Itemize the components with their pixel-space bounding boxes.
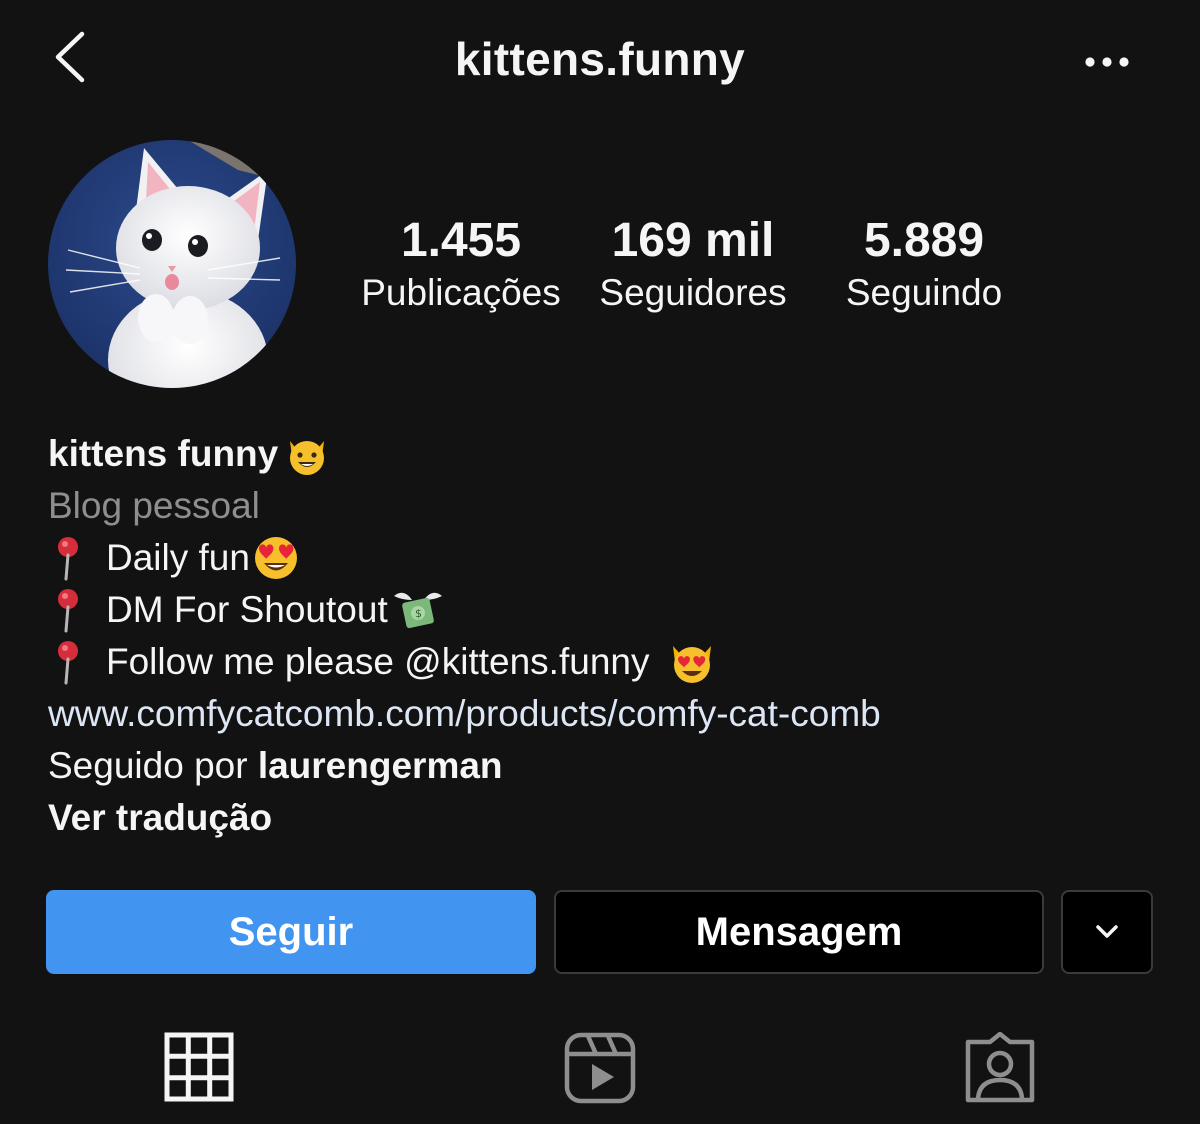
message-button[interactable]: Mensagem — [554, 890, 1044, 974]
pushpin-icon — [58, 537, 78, 581]
grid-icon — [164, 1032, 234, 1102]
profile-category: Blog pessoal — [48, 485, 260, 526]
follow-button[interactable]: Seguir — [46, 890, 536, 974]
followed-by-prefix: Seguido por — [48, 745, 258, 786]
bio-text-3: Follow me please @kittens.funny — [106, 641, 650, 682]
more-options-button[interactable] — [1078, 44, 1136, 80]
following-count: 5.889 — [863, 214, 985, 267]
reels-icon — [564, 1032, 636, 1104]
tab-tagged[interactable] — [964, 1031, 1036, 1109]
action-buttons: Seguir Mensagem — [0, 890, 1200, 974]
bio-line-3: Follow me please @kittens.funny — [48, 636, 1158, 688]
tagged-icon — [965, 1031, 1035, 1103]
money-with-wings-emoji-icon: $ — [393, 592, 442, 629]
smiling-cat-emoji-icon — [290, 441, 325, 475]
posts-count: 1.455 — [400, 214, 522, 267]
stat-posts[interactable]: 1.455 Publicações — [356, 212, 566, 316]
followed-by-user[interactable]: laurengerman — [258, 740, 503, 792]
bio-text-2: DM For Shoutout — [106, 589, 388, 630]
chevron-down-icon — [1096, 925, 1118, 938]
heart-eyes-emoji-icon — [254, 537, 297, 579]
white-kitten-avatar — [48, 140, 296, 388]
pushpin-icon — [58, 641, 78, 685]
stat-followers[interactable]: 169 mil Seguidores — [588, 212, 798, 316]
avatar[interactable] — [48, 140, 296, 388]
following-label: Seguindo — [845, 272, 1003, 313]
svg-text:$: $ — [415, 607, 422, 620]
posts-label: Publicações — [361, 272, 561, 313]
profile-name: kittens funny — [48, 433, 279, 474]
more-horizontal-icon — [1085, 57, 1129, 67]
tab-grid[interactable] — [164, 1032, 234, 1107]
followed-by-line[interactable]: Seguido por laurengerman — [48, 740, 1158, 792]
followers-label: Seguidores — [599, 272, 787, 313]
page-title: kittens.funny — [454, 33, 746, 85]
tab-reels[interactable] — [564, 1032, 636, 1109]
bio-text-1: Daily fun — [106, 537, 250, 578]
profile-bio: kittens funny Blog pessoal Daily fun DM … — [48, 428, 1158, 844]
suggested-accounts-button[interactable] — [1061, 890, 1153, 974]
website-link[interactable]: www.comfycatcomb.com/products/comfy-cat-… — [48, 688, 1158, 740]
translate-link[interactable]: Ver tradução — [48, 792, 1158, 844]
pushpin-icon — [58, 589, 78, 633]
top-bar: kittens.funny — [0, 0, 1200, 124]
followers-count: 169 mil — [611, 214, 775, 267]
heart-eyes-cat-emoji-icon — [673, 646, 712, 683]
bio-line-2: DM For Shoutout $ — [48, 584, 1158, 636]
profile-name-line: kittens funny — [48, 428, 1158, 480]
stat-following[interactable]: 5.889 Seguindo — [822, 212, 1026, 316]
bio-line-1: Daily fun — [48, 532, 1158, 584]
profile-tabs — [0, 1020, 1200, 1124]
